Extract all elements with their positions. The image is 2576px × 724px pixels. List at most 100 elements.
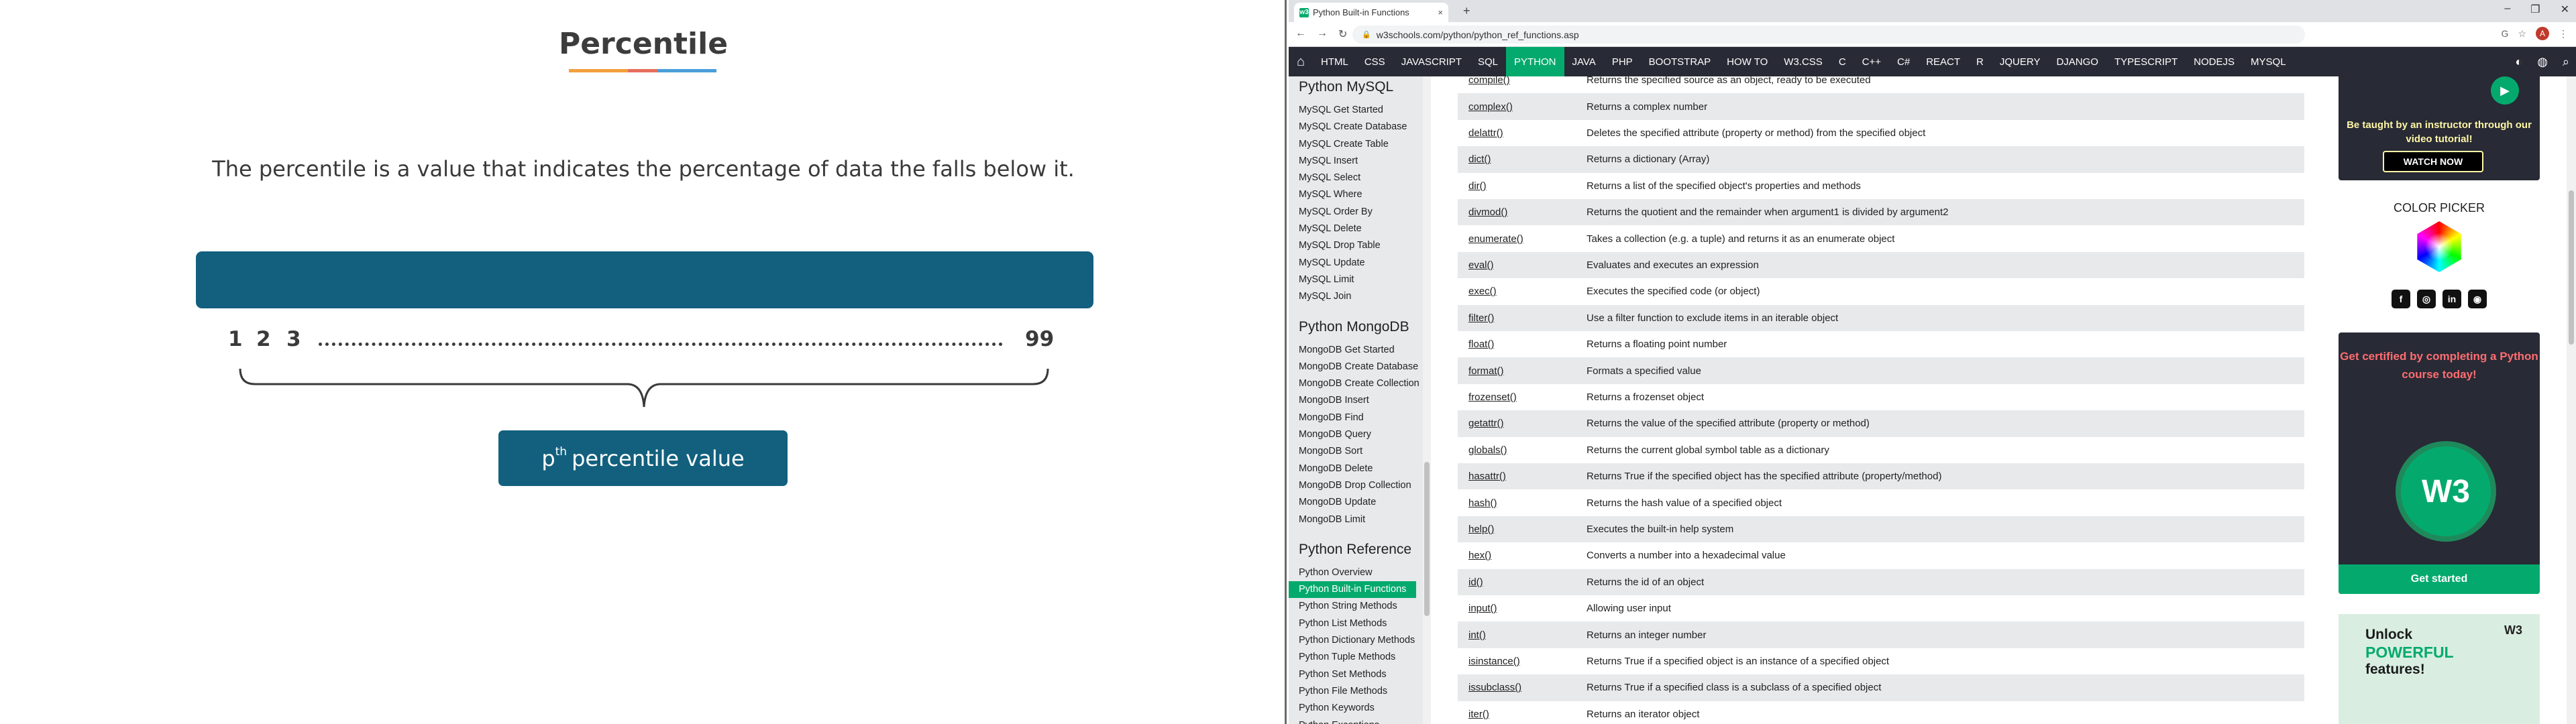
function-link[interactable]: frozenset() — [1458, 391, 1587, 403]
sidebar-scroll-thumb[interactable] — [1424, 462, 1430, 616]
function-link[interactable]: compile() — [1458, 76, 1587, 86]
back-icon[interactable]: ← — [1295, 27, 1306, 41]
google-icon[interactable]: G — [2502, 28, 2509, 40]
instagram-icon[interactable]: ◎ — [2417, 290, 2436, 308]
sidebar-item[interactable]: MySQL Join — [1289, 288, 1423, 305]
nav-item-css[interactable]: CSS — [1356, 47, 1393, 76]
sidebar-item[interactable]: MySQL Select — [1289, 170, 1423, 186]
nav-item-javascript[interactable]: JAVASCRIPT — [1393, 47, 1470, 76]
function-link[interactable]: float() — [1458, 339, 1587, 350]
get-started-button[interactable]: Get started — [2339, 564, 2540, 594]
forward-icon[interactable]: → — [1317, 27, 1328, 41]
globe-icon[interactable]: ◍ — [2537, 55, 2548, 69]
function-link[interactable]: dir() — [1458, 180, 1587, 192]
reload-icon[interactable]: ↻ — [1338, 27, 1347, 41]
sidebar-item[interactable]: MongoDB Limit — [1289, 511, 1423, 528]
watch-now-button[interactable]: WATCH NOW — [2383, 151, 2483, 172]
function-link[interactable]: input() — [1458, 603, 1587, 614]
sidebar-item[interactable]: MongoDB Update — [1289, 494, 1423, 511]
function-link[interactable]: hex() — [1458, 550, 1587, 561]
new-tab-icon[interactable]: + — [1463, 4, 1470, 18]
sidebar-item[interactable]: Python File Methods — [1289, 683, 1423, 700]
nav-item-c-[interactable]: C++ — [1854, 47, 1889, 76]
function-link[interactable]: iter() — [1458, 709, 1587, 720]
sidebar-item[interactable]: Python Dictionary Methods — [1289, 632, 1423, 649]
function-link[interactable]: enumerate() — [1458, 233, 1587, 245]
function-link[interactable]: eval() — [1458, 259, 1587, 271]
sidebar-item[interactable]: Python Keywords — [1289, 700, 1423, 717]
nav-item-w3-css[interactable]: W3.CSS — [1776, 47, 1831, 76]
sidebar-item[interactable]: Python Exceptions — [1289, 717, 1423, 724]
maximize-icon[interactable]: ❐ — [2530, 3, 2540, 16]
minimize-icon[interactable]: – — [2504, 3, 2510, 16]
sidebar-scrollbar[interactable] — [1423, 76, 1431, 724]
nav-item-java[interactable]: JAVA — [1564, 47, 1604, 76]
certification-ad[interactable]: Get certified by completing a Python cou… — [2339, 333, 2540, 594]
theme-toggle-icon[interactable]: ◐ — [2515, 55, 2522, 69]
nav-item-typescript[interactable]: TYPESCRIPT — [2106, 47, 2186, 76]
nav-item-html[interactable]: HTML — [1313, 47, 1356, 76]
function-link[interactable]: int() — [1458, 629, 1587, 641]
sidebar-item[interactable]: MySQL Where — [1289, 186, 1423, 203]
sidebar-item[interactable]: MySQL Create Table — [1289, 136, 1423, 153]
facebook-icon[interactable]: f — [2392, 290, 2410, 308]
sidebar-item[interactable]: MySQL Delete — [1289, 221, 1423, 237]
nav-item-django[interactable]: DJANGO — [2048, 47, 2106, 76]
function-link[interactable]: globals() — [1458, 444, 1587, 456]
function-link[interactable]: format() — [1458, 365, 1587, 377]
nav-item-nodejs[interactable]: NODEJS — [2186, 47, 2243, 76]
url-field[interactable]: 🔒 w3schools.com/python/python_ref_functi… — [1352, 25, 2305, 44]
function-link[interactable]: issubclass() — [1458, 682, 1587, 693]
function-link[interactable]: exec() — [1458, 286, 1587, 297]
nav-item-jquery[interactable]: JQUERY — [1992, 47, 2049, 76]
function-link[interactable]: isinstance() — [1458, 656, 1587, 667]
close-tab-icon[interactable]: × — [1438, 7, 1443, 17]
function-link[interactable]: hasattr() — [1458, 471, 1587, 482]
play-icon[interactable]: ▶ — [2491, 76, 2519, 105]
sidebar-item[interactable]: Python List Methods — [1289, 615, 1423, 632]
sidebar-item[interactable]: Python String Methods — [1289, 598, 1423, 615]
sidebar-item[interactable]: MongoDB Sort — [1289, 443, 1423, 460]
video-tutorial-ad[interactable]: ▶ Be taught by an instructor through our… — [2339, 76, 2540, 180]
sidebar-item[interactable]: MongoDB Create Collection — [1289, 375, 1423, 392]
nav-item-sql[interactable]: SQL — [1470, 47, 1506, 76]
nav-item-bootstrap[interactable]: BOOTSTRAP — [1641, 47, 1719, 76]
page-scroll-thumb[interactable] — [2569, 190, 2574, 345]
sidebar-item[interactable]: Python Set Methods — [1289, 666, 1423, 683]
function-link[interactable]: complex() — [1458, 101, 1587, 113]
color-picker-label[interactable]: COLOR PICKER — [2332, 201, 2546, 215]
function-link[interactable]: help() — [1458, 524, 1587, 535]
sidebar-item[interactable]: MySQL Insert — [1289, 153, 1423, 170]
sidebar-item[interactable]: MySQL Order By — [1289, 204, 1423, 221]
bookmark-star-icon[interactable]: ☆ — [2518, 28, 2526, 40]
sidebar-item[interactable]: MongoDB Drop Collection — [1289, 477, 1423, 494]
sidebar-item[interactable]: Python Overview — [1289, 564, 1423, 581]
sidebar-item[interactable]: MongoDB Create Database — [1289, 359, 1423, 375]
function-link[interactable]: divmod() — [1458, 206, 1587, 218]
function-link[interactable]: hash() — [1458, 497, 1587, 509]
sidebar-item[interactable]: MySQL Drop Table — [1289, 237, 1423, 254]
function-link[interactable]: delattr() — [1458, 127, 1587, 139]
browser-tab[interactable]: w3 Python Built-in Functions × — [1294, 3, 1448, 22]
nav-item-c-[interactable]: C# — [1889, 47, 1918, 76]
function-link[interactable]: filter() — [1458, 312, 1587, 324]
sidebar-item[interactable]: Python Tuple Methods — [1289, 649, 1423, 666]
discord-icon[interactable]: ◉ — [2468, 290, 2487, 308]
search-icon[interactable]: ⌕ — [2563, 55, 2569, 69]
menu-kebab-icon[interactable]: ⋮ — [2559, 28, 2568, 40]
sidebar-item[interactable]: MongoDB Insert — [1289, 392, 1423, 409]
linkedin-icon[interactable]: in — [2443, 290, 2461, 308]
nav-item-r[interactable]: R — [1968, 47, 1992, 76]
sidebar-item[interactable]: MySQL Get Started — [1289, 102, 1423, 119]
sidebar-item[interactable]: Python Built-in Functions — [1289, 581, 1416, 599]
unlock-features-ad[interactable]: Unlock POWERFUL features! W3 — [2339, 614, 2540, 724]
sidebar-item[interactable]: MongoDB Find — [1289, 410, 1423, 426]
nav-item-react[interactable]: REACT — [1918, 47, 1968, 76]
function-link[interactable]: getattr() — [1458, 418, 1587, 429]
page-scrollbar[interactable] — [2567, 76, 2576, 724]
nav-item-how-to[interactable]: HOW TO — [1719, 47, 1776, 76]
profile-avatar[interactable]: A — [2536, 27, 2549, 40]
sidebar-item[interactable]: MongoDB Get Started — [1289, 342, 1423, 359]
function-link[interactable]: dict() — [1458, 154, 1587, 165]
nav-item-c[interactable]: C — [1831, 47, 1854, 76]
